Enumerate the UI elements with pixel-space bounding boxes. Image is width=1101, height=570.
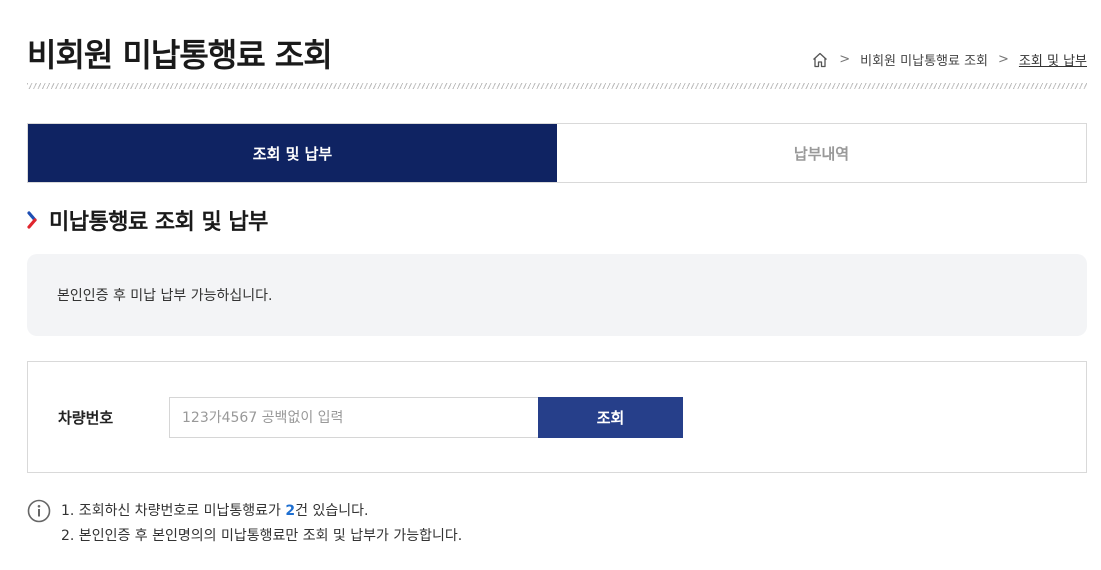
notice-text: 본인인증 후 미납 납부 가능하십니다. — [57, 288, 273, 304]
breadcrumb-separator-icon: > — [998, 52, 1009, 67]
info-lines: 1. 조회하신 차량번호로 미납통행료가 2건 있습니다. 2. 본인인증 후 … — [61, 499, 462, 549]
tab-payment-history[interactable]: 납부내역 — [557, 124, 1086, 182]
info-notes: 1. 조회하신 차량번호로 미납통행료가 2건 있습니다. 2. 본인인증 후 … — [27, 499, 462, 549]
title-divider — [27, 83, 1087, 89]
vehicle-search-form: 차량번호 조회 — [27, 361, 1087, 473]
section-title: 미납통행료 조회 및 납부 — [27, 204, 268, 236]
breadcrumb-item-unpaid-toll[interactable]: 비회원 미납통행료 조회 — [860, 50, 988, 69]
info-icon — [27, 499, 51, 523]
page-title: 비회원 미납통행료 조회 — [27, 36, 333, 74]
unpaid-count: 2 — [285, 503, 296, 519]
info-line-1-suffix: 건 있습니다. — [295, 503, 369, 519]
vehicle-number-input[interactable] — [169, 397, 539, 438]
info-line-1: 1. 조회하신 차량번호로 미납통행료가 2건 있습니다. — [61, 499, 462, 524]
notice-box: 본인인증 후 미납 납부 가능하십니다. — [27, 254, 1087, 336]
home-icon[interactable] — [811, 51, 829, 69]
breadcrumb-item-current[interactable]: 조회 및 납부 — [1019, 50, 1087, 69]
search-button[interactable]: 조회 — [538, 397, 683, 438]
breadcrumb: > 비회원 미납통행료 조회 > 조회 및 납부 — [811, 50, 1087, 69]
tab-bar: 조회 및 납부 납부내역 — [27, 123, 1087, 183]
breadcrumb-separator-icon: > — [839, 52, 851, 67]
chevron-right-icon — [27, 210, 41, 230]
section-title-text: 미납통행료 조회 및 납부 — [49, 210, 268, 235]
info-line-2: 2. 본인인증 후 본인명의의 미납통행료만 조회 및 납부가 가능합니다. — [61, 528, 463, 544]
info-line-1-prefix: 1. 조회하신 차량번호로 미납통행료가 — [61, 503, 286, 519]
tab-inquiry-payment[interactable]: 조회 및 납부 — [28, 124, 557, 182]
vehicle-number-label: 차량번호 — [58, 409, 114, 427]
